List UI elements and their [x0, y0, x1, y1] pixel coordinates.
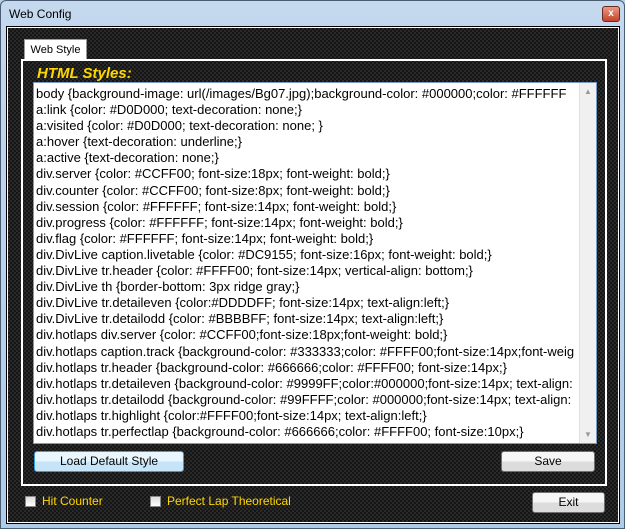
tab-web-style[interactable]: Web Style: [24, 39, 87, 60]
style-line: a:visited {color: #D0D000; text-decorati…: [36, 118, 323, 134]
style-line: div.hotlaps tr.detailodd {background-col…: [36, 391, 572, 407]
vertical-scrollbar[interactable]: ▲ ▼: [579, 83, 596, 443]
styles-text[interactable]: body {background-image: url(/images/Bg07…: [36, 86, 579, 440]
style-line: div.DivLive caption.livetable {color: #D…: [36, 246, 492, 262]
style-line: div.DivLive tr.detaileven {color:#DDDDFF…: [36, 295, 450, 311]
styles-textarea[interactable]: body {background-image: url(/images/Bg07…: [33, 82, 597, 444]
style-line: div.flag {color: #FFFFFF; font-size:14px…: [36, 230, 374, 246]
style-line: div.hotlaps div.server {color: #CCFF00;f…: [36, 327, 448, 343]
window-title: Web Config: [9, 7, 72, 21]
style-line: div.hotlaps tr.perfectlap {background-co…: [36, 423, 524, 439]
style-line: div.DivLive th {border-bottom: 3px ridge…: [36, 279, 300, 295]
close-button[interactable]: x: [602, 6, 620, 22]
scroll-down-icon[interactable]: ▼: [584, 430, 592, 439]
style-line: div.hotlaps tr.header {background-color:…: [36, 359, 507, 375]
style-line: body {background-image: url(/images/Bg07…: [36, 86, 567, 101]
checkbox-icon[interactable]: [25, 495, 36, 507]
style-line: a:hover {text-decoration: underline;}: [36, 134, 242, 150]
style-line: div.DivLive tr.header {color: #FFFF00; f…: [36, 263, 473, 279]
exit-button[interactable]: Exit: [532, 492, 605, 513]
hit-counter-label: Hit Counter: [42, 494, 103, 508]
style-line: div.hotlaps tr.highlight {color:#FFFF00;…: [36, 407, 427, 423]
window: Web Config x Web Style HTML Styles: body…: [0, 0, 625, 529]
style-line: div.hotlaps caption.track {background-co…: [36, 343, 575, 359]
style-line: div.progress {color: #FFFFFF; font-size:…: [36, 214, 403, 230]
hit-counter-checkbox[interactable]: Hit Counter: [25, 494, 103, 508]
section-title: HTML Styles:: [37, 65, 132, 82]
style-line: div.hotlaps tr.detaileven {background-co…: [36, 375, 573, 391]
style-line: a:link {color: #D0D000; text-decoration:…: [36, 102, 302, 118]
perfect-lap-theoretical-label: Perfect Lap Theoretical: [167, 494, 291, 508]
checkbox-icon[interactable]: [150, 495, 161, 507]
tab-panel: HTML Styles: body {background-image: url…: [21, 59, 607, 486]
style-line: a:active {text-decoration: none;}: [36, 150, 219, 166]
style-line: div.counter {color: #CCFF00; font-size:8…: [36, 182, 390, 198]
client-area: Web Style HTML Styles: body {background-…: [6, 26, 620, 524]
load-default-style-button[interactable]: Load Default Style: [34, 451, 184, 472]
save-button[interactable]: Save: [501, 451, 595, 472]
style-line: div.session {color: #FFFFFF; font-size:1…: [36, 198, 397, 214]
style-line: div.server {color: #CCFF00; font-size:18…: [36, 166, 390, 182]
style-line: div.DivLive tr.detailodd {color: #BBBBFF…: [36, 311, 444, 327]
scroll-up-icon[interactable]: ▲: [584, 87, 592, 96]
perfect-lap-theoretical-checkbox[interactable]: Perfect Lap Theoretical: [150, 494, 291, 508]
